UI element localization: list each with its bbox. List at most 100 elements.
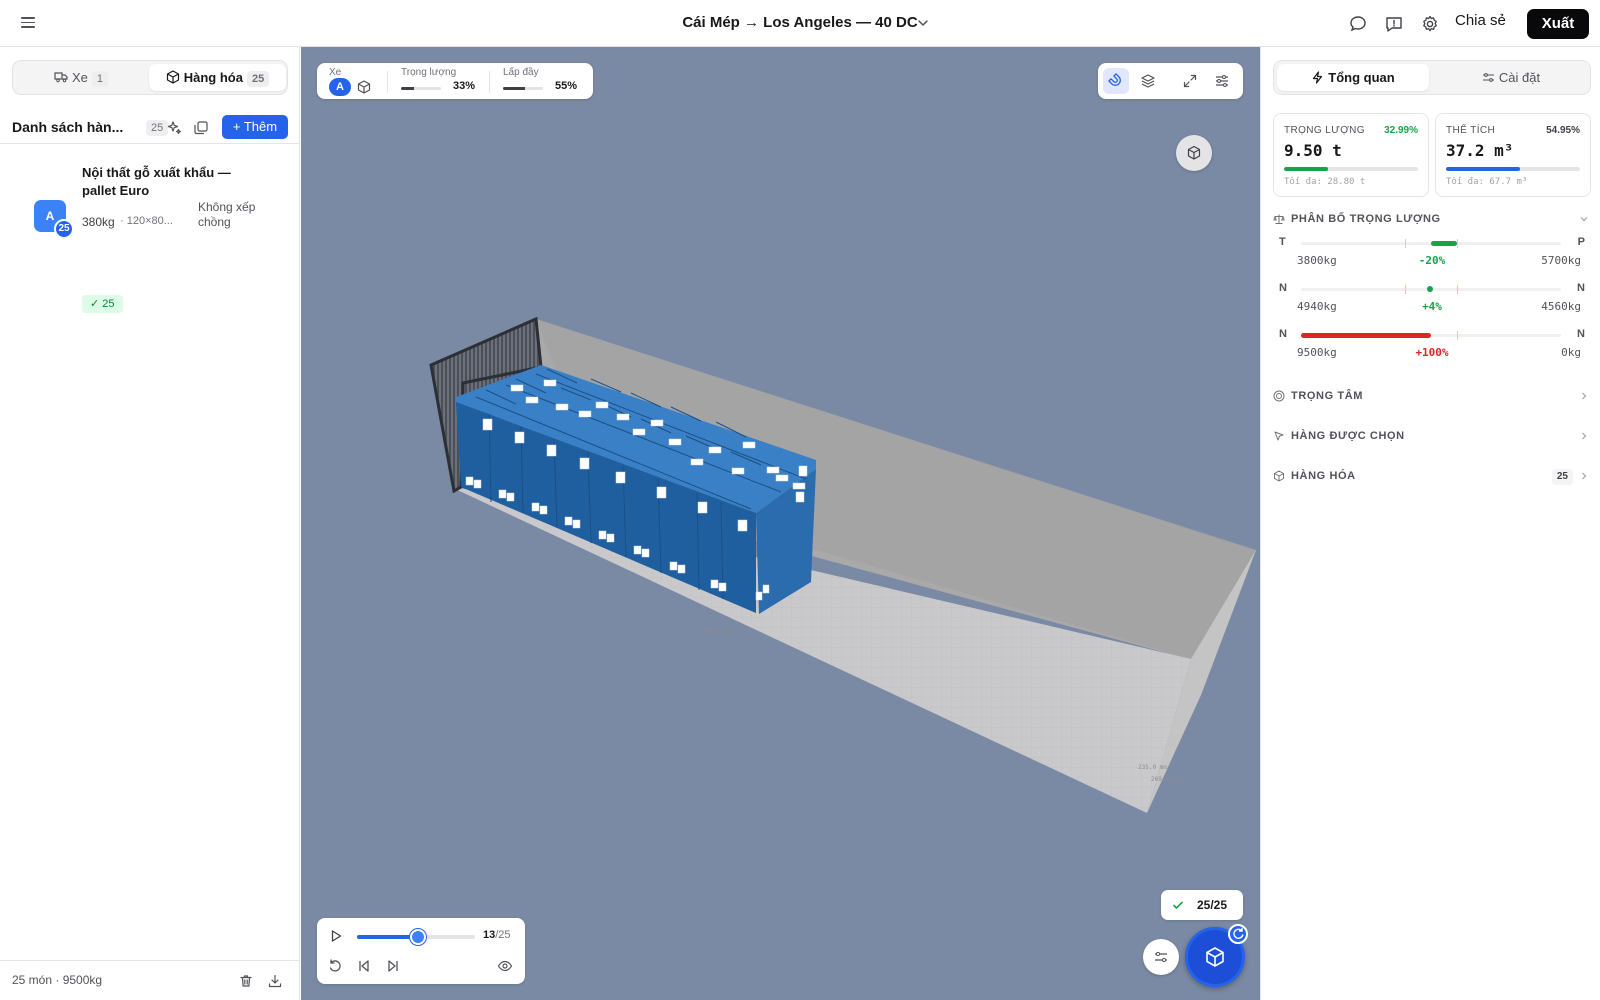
scale-icon [1273,214,1285,224]
playback-slider-handle[interactable] [410,929,427,945]
cargo-stacking: Không xếp chồng [198,200,256,229]
step-forward-icon[interactable] [385,958,401,974]
section-title: PHÂN BỐ TRỌNG LƯỢNG [1291,213,1441,225]
play-icon[interactable] [328,928,344,944]
tolerance-tick [1405,239,1406,248]
auto-arrange-sparkle-icon[interactable] [165,119,183,137]
weight-card-percent: 32.99% [1384,125,1418,136]
export-button[interactable]: Xuất [1527,9,1589,39]
balance-marker [1427,286,1433,292]
chevron-down-icon [1580,217,1588,222]
pack-button[interactable] [1185,924,1248,987]
truck-icon [54,72,68,83]
view-settings-button[interactable] [1209,68,1235,94]
repack-button[interactable] [1228,924,1248,944]
divider [387,71,388,93]
playback-slider-fill [357,935,419,939]
placed-count-badge: ✓ 25 [82,295,123,313]
cargo-summary: 25 món · 9500kg [12,973,103,987]
fill-bar [503,87,543,90]
left-tabs: Xe 1 Hàng hóa 25 [12,60,288,95]
comment-icon[interactable] [1348,14,1368,34]
reset-icon[interactable] [327,958,343,974]
tolerance-tick [1457,239,1458,248]
lightning-icon [1313,71,1323,84]
tab-settings[interactable]: Cài đặt [1435,64,1587,91]
balance-track [1301,239,1561,248]
weight-card: TRỌNG LƯỢNG 32.99% 9.50 t Tối đa: 28.80 … [1273,113,1429,197]
section-count-badge: 25 [1551,469,1573,485]
target-icon [1273,390,1285,402]
side-label: N [1577,282,1585,294]
step-back-icon[interactable] [356,958,372,974]
filter-button[interactable] [1143,939,1179,975]
weight-bar-fill [401,87,415,90]
cube-icon [1206,947,1224,967]
layers-icon [1141,74,1155,88]
section-center-of-gravity[interactable]: TRỌNG TÂM [1273,387,1591,407]
weight-card-max: Tối đa: 28.80 t [1284,177,1366,187]
distribution-row-third: N N 9500kg +100% 0kg [1273,328,1591,368]
placed-status-text: 25/25 [1197,898,1228,912]
container-3d-scene[interactable]: 1203.2 mm 235.0 mm 269.2 mm [301,47,1260,1000]
section-selected-cargo[interactable]: HÀNG ĐƯỢC CHỌN [1273,427,1591,447]
section-title: HÀNG HÓA [1291,470,1356,482]
eye-icon[interactable] [497,958,513,974]
tab-vehicle-count: 1 [91,71,109,87]
load-stats-panel: Xe A Trọng lượng 33% Lấp đầy 55% [317,63,593,99]
sliders-icon [1155,951,1167,963]
share-button[interactable]: Chia sẻ [1455,12,1506,29]
trash-icon[interactable] [238,973,254,989]
gravity-toggle-button[interactable] [1103,68,1129,94]
dimension-label-length: 1203.2 mm [699,629,732,636]
weight-card-bar-fill [1284,167,1329,171]
chevron-right-icon [1582,392,1587,400]
chevron-down-icon[interactable] [916,16,930,30]
add-cargo-button[interactable]: + Thêm [222,115,288,139]
balance-fill [1301,333,1431,338]
tab-overview[interactable]: Tổng quan [1277,64,1429,91]
volume-card: THỂ TÍCH 54.95% 37.2 m³ Tối đa: 67.7 m³ [1435,113,1591,197]
cursor-pointer-icon [1274,431,1284,441]
fullscreen-button[interactable] [1177,68,1203,94]
fill-percent: 55% [555,80,578,92]
step-current: 13 [483,929,496,941]
settings-gear-icon[interactable] [1420,14,1440,34]
package-icon [1274,470,1284,482]
cargo-list-item[interactable]: A 25 Nội thất gỗ xuất khẩu — pallet Euro… [0,155,300,275]
tab-cargo[interactable]: Hàng hóa 25 [149,64,286,91]
balance-track [1301,285,1561,294]
vehicle-chip[interactable]: A [329,78,351,96]
tolerance-tick [1457,331,1458,340]
volume-card-value: 37.2 m³ [1446,141,1514,160]
divider [489,71,490,93]
step-total: /25 [495,929,511,941]
weight-label: Trọng lượng [401,67,457,78]
feedback-icon[interactable] [1384,14,1404,34]
left-footer: 25 món · 9500kg [0,960,300,1000]
view-cube-button[interactable] [1176,135,1212,171]
package-icon[interactable] [357,80,371,94]
3d-viewport[interactable]: 1203.2 mm 235.0 mm 269.2 mm Xe A Trọng l… [301,47,1260,1000]
tab-vehicle[interactable]: Xe 1 [16,64,146,91]
fill-label: Lấp đầy [503,67,539,78]
distribution-row-front-back: N N 4940kg +4% 4560kg [1273,282,1591,322]
weight-card-bar [1284,167,1418,171]
duplicate-icon[interactable] [192,119,210,137]
section-cargo[interactable]: HÀNG HÓA 25 [1273,467,1591,487]
viewport-toolbar [1098,63,1243,99]
section-weight-distribution[interactable]: PHÂN BỐ TRỌNG LƯỢNG [1273,210,1591,230]
dimension-label-width: 235.0 mm [1138,764,1167,771]
check-icon [1173,901,1183,910]
tab-overview-label: Tổng quan [1328,70,1395,85]
value-b: 0kg [1561,346,1581,359]
value-b: 5700kg [1541,254,1581,267]
layers-button[interactable] [1135,68,1161,94]
download-icon[interactable] [267,973,283,989]
tab-cargo-label: Hàng hóa [183,70,243,85]
expand-icon [1183,74,1197,88]
left-panel: Xe 1 Hàng hóa 25 Danh sách hàn... 25 + Thê… [0,47,300,1000]
balance-track [1301,331,1561,340]
side-label: N [1577,328,1585,340]
side-label: N [1279,328,1287,340]
